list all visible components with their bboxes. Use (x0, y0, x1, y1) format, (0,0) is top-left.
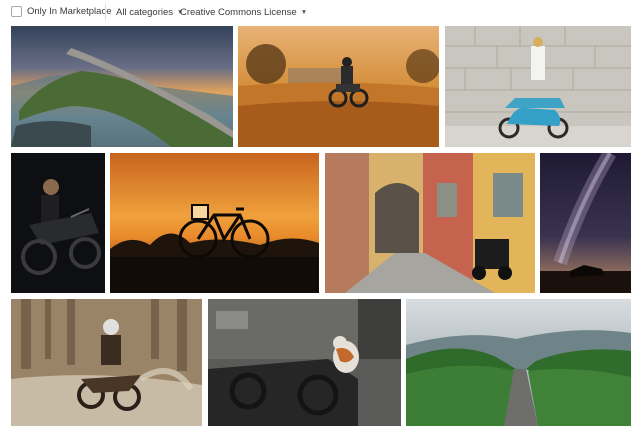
photo-tile-rider[interactable] (238, 26, 439, 147)
photo-tile-valley-road[interactable] (406, 299, 631, 426)
chevron-down-icon: ▼ (300, 9, 308, 16)
photo-tile-dirt-bike[interactable] (11, 299, 202, 426)
photo-image (11, 299, 202, 426)
filter-bar: Only In Marketplace All categories ▼ Cre… (0, 0, 640, 24)
photo-tile-cat-motorcycle[interactable] (208, 299, 401, 426)
category-dropdown[interactable]: All categories ▼ (116, 7, 183, 18)
marketplace-label: Only In Marketplace (27, 6, 112, 17)
photo-image (325, 153, 535, 293)
checkbox-box[interactable] (11, 6, 22, 17)
photo-tile-bicycle-sunset[interactable] (110, 153, 319, 293)
photo-tile-dark-motorcycle[interactable] (11, 153, 105, 293)
photo-image (238, 26, 439, 147)
photo-tile-scooter-wall[interactable] (445, 26, 631, 147)
photo-image (208, 299, 401, 426)
license-label: Creative Commons License (180, 7, 297, 18)
photo-image (11, 26, 233, 147)
photo-image (406, 299, 631, 426)
photo-tile-street-scooter[interactable] (325, 153, 535, 293)
photo-tile-bridge[interactable] (11, 26, 233, 147)
photo-image (445, 26, 631, 147)
photo-image (540, 153, 631, 293)
license-dropdown[interactable]: Creative Commons License ▼ (180, 7, 307, 18)
marketplace-checkbox[interactable]: Only In Marketplace (11, 6, 111, 17)
photo-tile-milky-way[interactable] (540, 153, 631, 293)
filter-divider (105, 4, 106, 20)
photo-image (11, 153, 105, 293)
category-label: All categories (116, 7, 174, 18)
photo-image (110, 153, 319, 293)
